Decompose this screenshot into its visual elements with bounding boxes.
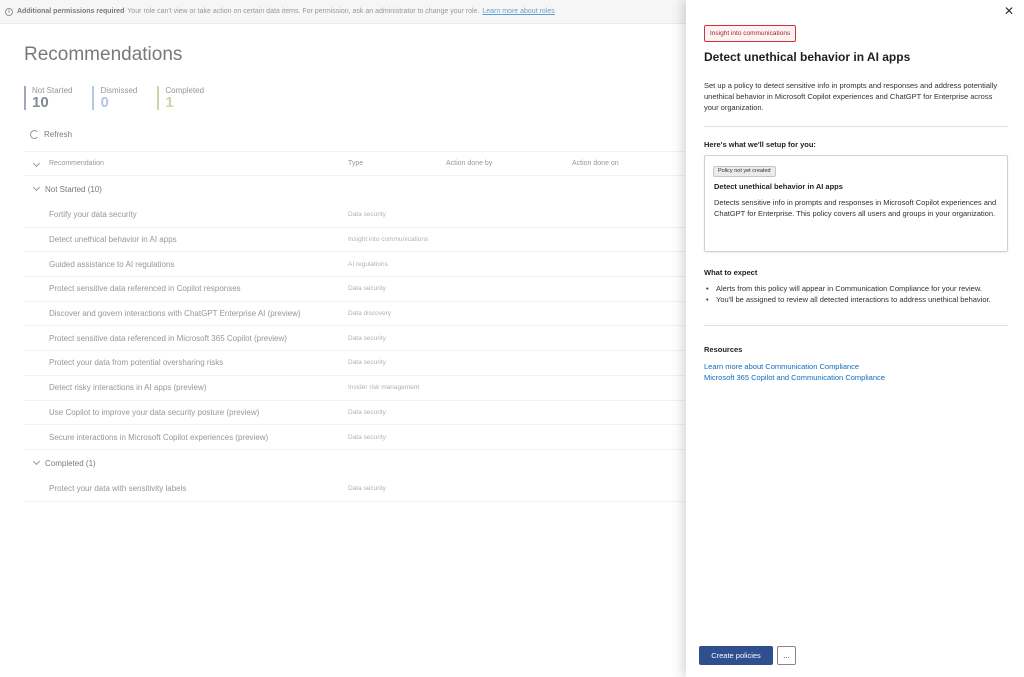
expect-list: Alerts from this policy will appear in C… [704, 284, 1004, 305]
policy-card-title: Detect unethical behavior in AI apps [714, 182, 843, 191]
recommendation-details-panel: ✕ Insight into communications Detect une… [686, 0, 1024, 677]
category-tag: Insight into communications [704, 25, 797, 42]
close-icon[interactable]: ✕ [1003, 5, 1015, 17]
setup-section-title: Here's what we'll setup for you: [704, 140, 816, 149]
create-policies-button[interactable]: Create policies [699, 646, 773, 665]
expect-section-title: What to expect [704, 268, 758, 277]
panel-title: Detect unethical behavior in AI apps [704, 50, 911, 64]
policy-status-badge: Policy not yet created [713, 166, 776, 177]
panel-description: Set up a policy to detect sensitive info… [704, 81, 998, 112]
divider [704, 126, 1008, 127]
resources-section-title: Resources [704, 345, 743, 354]
list-item: You'll be assigned to review all detecte… [704, 295, 1004, 306]
resources-links: Learn more about Communication Complianc… [704, 361, 885, 383]
policy-card-description: Detects sensitive info in prompts and re… [714, 198, 997, 218]
communication-compliance-link[interactable]: Learn more about Communication Complianc… [704, 361, 885, 372]
overlay-scrim[interactable] [0, 0, 686, 677]
copilot-compliance-link[interactable]: Microsoft 365 Copilot and Communication … [704, 372, 885, 383]
list-item: Alerts from this policy will appear in C… [704, 284, 1004, 295]
policy-card: Policy not yet created Detect unethical … [704, 155, 1008, 252]
divider [704, 325, 1008, 326]
more-options-button[interactable]: ... [777, 646, 796, 665]
